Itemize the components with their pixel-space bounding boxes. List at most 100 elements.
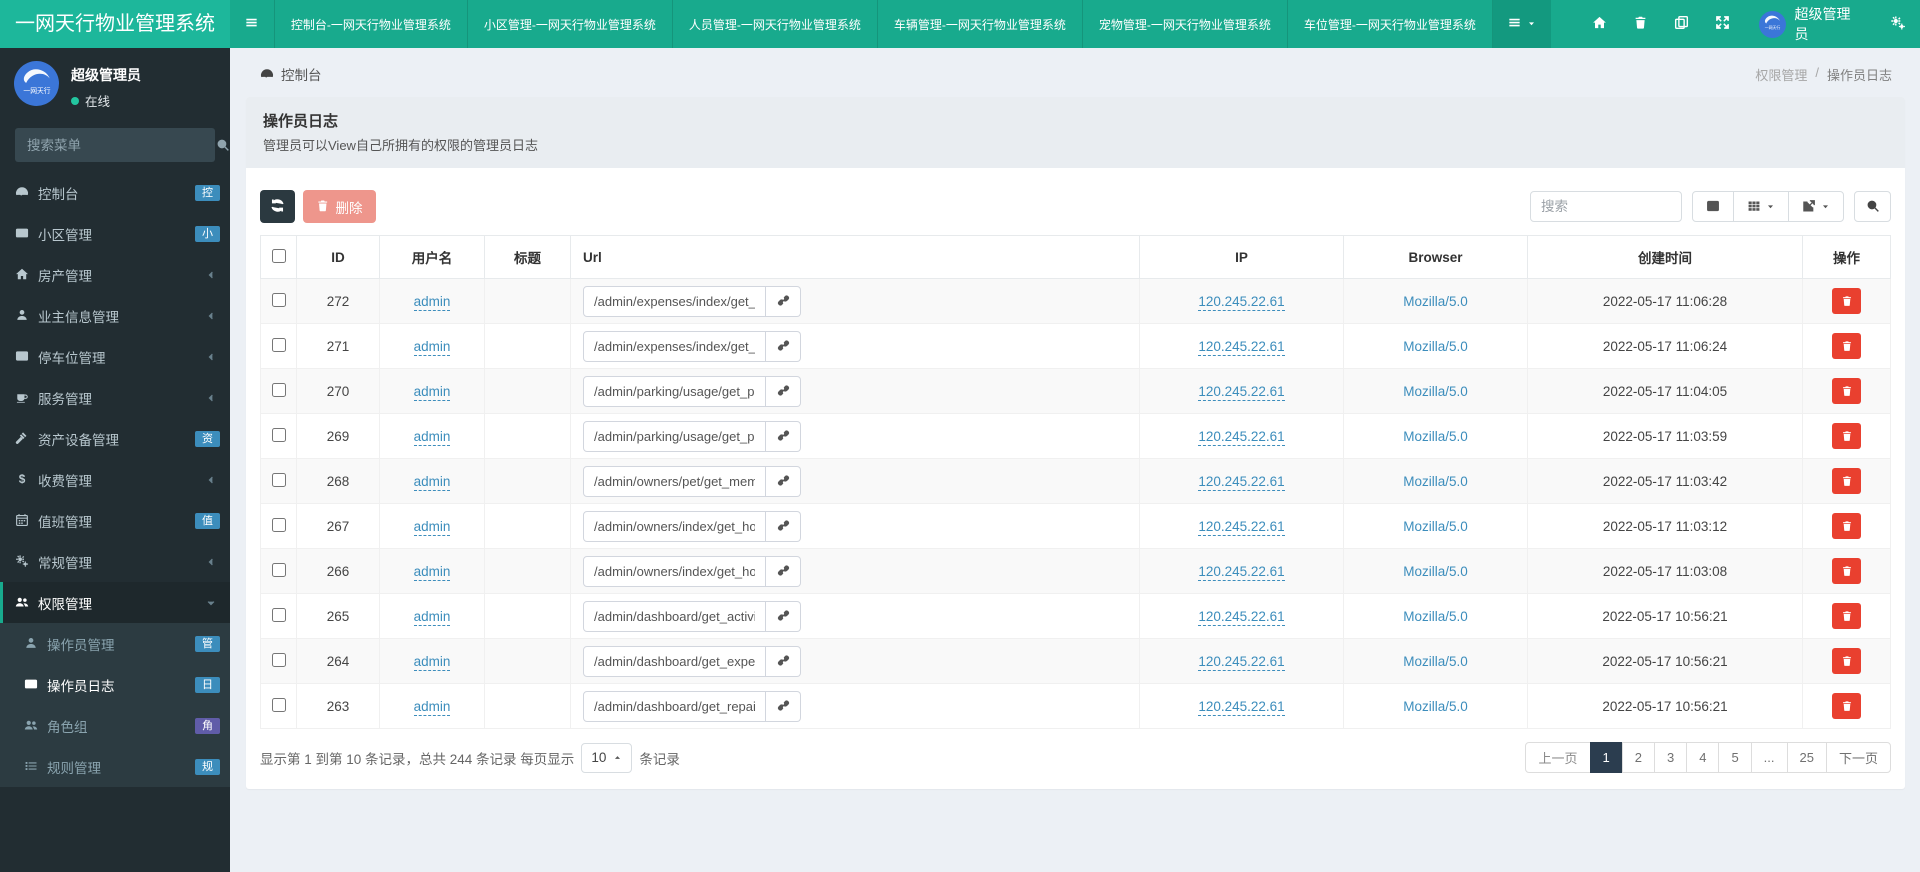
username-link[interactable]: admin — [413, 698, 451, 716]
breadcrumb[interactable]: 控制台 — [260, 64, 322, 84]
ip-link[interactable]: 120.245.22.61 — [1198, 608, 1285, 626]
delete-row-button[interactable] — [1832, 378, 1861, 404]
ip-link[interactable]: 120.245.22.61 — [1198, 473, 1285, 491]
copy-button[interactable] — [1661, 0, 1702, 48]
ip-link[interactable]: 120.245.22.61 — [1198, 293, 1285, 311]
nav-tab-4[interactable]: 车辆管理-一网天行物业管理系统 — [876, 0, 1082, 48]
row-checkbox[interactable] — [271, 382, 286, 397]
page-button-5[interactable]: 5 — [1718, 742, 1752, 773]
sidebar-item-rule[interactable]: 规则管理 规 — [0, 746, 230, 787]
ip-link[interactable]: 120.245.22.61 — [1198, 698, 1285, 716]
sidebar-item-owner-info[interactable]: 业主信息管理 — [0, 295, 230, 336]
url-link-button[interactable] — [766, 690, 801, 722]
sidebar-item-service[interactable]: 服务管理 — [0, 377, 230, 418]
sidebar-item-operator[interactable]: 操作员管理 管 — [0, 623, 230, 664]
column-header-id[interactable]: ID — [296, 235, 380, 279]
sidebar-item-operator-log[interactable]: 操作员日志 日 — [0, 664, 230, 705]
browser-link[interactable]: Mozilla/5.0 — [1403, 339, 1468, 354]
username-link[interactable]: admin — [413, 338, 451, 356]
menu-search-input[interactable] — [15, 137, 216, 153]
sidebar-item-duty[interactable]: 值班管理 值 — [0, 500, 230, 541]
delete-row-button[interactable] — [1832, 423, 1861, 449]
username-link[interactable]: admin — [413, 428, 451, 446]
url-link-button[interactable] — [766, 600, 801, 632]
expand-button[interactable] — [1702, 0, 1743, 48]
sidebar-item-fee[interactable]: $ 收费管理 — [0, 459, 230, 500]
page-button-2[interactable]: 2 — [1621, 742, 1655, 773]
row-checkbox[interactable] — [271, 607, 286, 622]
user-status[interactable]: 在线 — [71, 91, 141, 110]
next-page-button[interactable]: 下一页 — [1825, 742, 1891, 773]
url-input[interactable] — [583, 465, 766, 497]
username-link[interactable]: admin — [413, 608, 451, 626]
page-size-select[interactable]: 10 — [581, 742, 633, 773]
sidebar-item-community[interactable]: 小区管理 小 — [0, 213, 230, 254]
url-link-button[interactable] — [766, 285, 801, 317]
search-button[interactable] — [1854, 191, 1891, 222]
browser-link[interactable]: Mozilla/5.0 — [1403, 699, 1468, 714]
tabs-list-dropdown-button[interactable] — [1492, 0, 1551, 48]
url-link-button[interactable] — [766, 420, 801, 452]
nav-tab-5[interactable]: 宠物管理-一网天行物业管理系统 — [1081, 0, 1287, 48]
ip-link[interactable]: 120.245.22.61 — [1198, 653, 1285, 671]
column-header-ip[interactable]: IP — [1139, 235, 1344, 279]
row-checkbox[interactable] — [271, 472, 286, 487]
url-input[interactable] — [583, 420, 766, 452]
ip-link[interactable]: 120.245.22.61 — [1198, 518, 1285, 536]
delete-row-button[interactable] — [1832, 333, 1861, 359]
nav-tab-6[interactable]: 车位管理-一网天行物业管理系统 — [1286, 0, 1493, 48]
delete-row-button[interactable] — [1832, 558, 1861, 584]
user-menu[interactable]: 一网天行 超级管理员 — [1743, 4, 1877, 44]
column-header-browser[interactable]: Browser — [1343, 235, 1528, 279]
delete-row-button[interactable] — [1832, 693, 1861, 719]
browser-link[interactable]: Mozilla/5.0 — [1403, 384, 1468, 399]
page-button-3[interactable]: 3 — [1653, 742, 1688, 773]
sidebar-item-role-group[interactable]: 角色组 角 — [0, 705, 230, 746]
browser-link[interactable]: Mozilla/5.0 — [1403, 654, 1468, 669]
nav-tab-3[interactable]: 人员管理-一网天行物业管理系统 — [671, 0, 877, 48]
sidebar-item-dashboard[interactable]: 控制台 控 — [0, 172, 230, 213]
row-checkbox[interactable] — [271, 292, 286, 307]
th-view-button[interactable] — [1733, 191, 1789, 222]
url-link-button[interactable] — [766, 555, 801, 587]
delete-button[interactable]: 删除 — [303, 190, 376, 223]
username-link[interactable]: admin — [413, 473, 451, 491]
browser-link[interactable]: Mozilla/5.0 — [1403, 564, 1468, 579]
row-checkbox[interactable] — [271, 517, 286, 532]
delete-row-button[interactable] — [1832, 603, 1861, 629]
trash-button[interactable] — [1620, 0, 1661, 48]
delete-row-button[interactable] — [1832, 648, 1861, 674]
url-input[interactable] — [583, 285, 766, 317]
url-input[interactable] — [583, 690, 766, 722]
url-input[interactable] — [583, 375, 766, 407]
page-button-1[interactable]: 1 — [1589, 742, 1623, 773]
url-link-button[interactable] — [766, 510, 801, 542]
ip-link[interactable]: 120.245.22.61 — [1198, 428, 1285, 446]
sidebar-item-asset[interactable]: 资产设备管理 资 — [0, 418, 230, 459]
username-link[interactable]: admin — [413, 293, 451, 311]
column-header-title[interactable]: 标题 — [484, 235, 571, 279]
row-checkbox[interactable] — [271, 337, 286, 352]
brand[interactable]: 一网天行物业管理系统 — [0, 0, 230, 48]
url-link-button[interactable] — [766, 465, 801, 497]
username-link[interactable]: admin — [413, 518, 451, 536]
url-input[interactable] — [583, 330, 766, 362]
row-checkbox[interactable] — [271, 562, 286, 577]
sidebar-toggle-button[interactable] — [230, 0, 274, 48]
ip-link[interactable]: 120.245.22.61 — [1198, 338, 1285, 356]
username-link[interactable]: admin — [413, 653, 451, 671]
table-search-input[interactable] — [1530, 191, 1682, 222]
url-link-button[interactable] — [766, 330, 801, 362]
url-input[interactable] — [583, 600, 766, 632]
browser-link[interactable]: Mozilla/5.0 — [1403, 474, 1468, 489]
browser-link[interactable]: Mozilla/5.0 — [1403, 609, 1468, 624]
delete-row-button[interactable] — [1832, 513, 1861, 539]
nav-tab-2[interactable]: 小区管理-一网天行物业管理系统 — [466, 0, 672, 48]
sidebar-item-general[interactable]: 常规管理 — [0, 541, 230, 582]
browser-link[interactable]: Mozilla/5.0 — [1403, 519, 1468, 534]
browser-link[interactable]: Mozilla/5.0 — [1403, 429, 1468, 444]
sidebar-item-permission[interactable]: 权限管理 — [0, 582, 230, 623]
url-input[interactable] — [583, 510, 766, 542]
column-header-username[interactable]: 用户名 — [379, 235, 485, 279]
browser-link[interactable]: Mozilla/5.0 — [1403, 294, 1468, 309]
